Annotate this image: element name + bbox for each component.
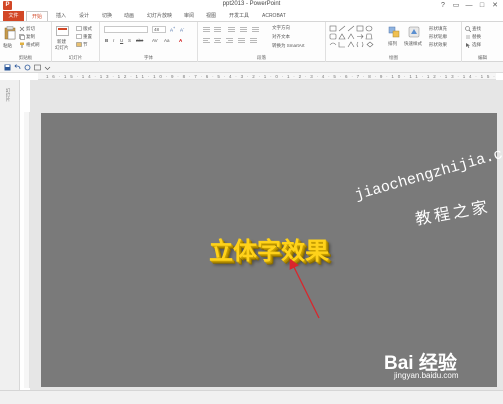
red-arrow-annotation: [289, 258, 320, 319]
editing-group: 查找 替换 选择 编辑: [462, 22, 503, 62]
replace-icon: [466, 35, 470, 39]
tab-acrobat[interactable]: ACROBAT: [262, 11, 286, 21]
ribbon: 粘贴 剪切 复制 格式刷 剪贴板 新建 幻灯片 版式 重置 节 幻灯片 48 A…: [0, 21, 503, 62]
char-spacing-button[interactable]: AV: [152, 38, 158, 43]
clipboard-group-label: 剪贴板: [18, 55, 33, 60]
minimize-button[interactable]: —: [464, 1, 474, 10]
copy-button[interactable]: 复制: [26, 34, 35, 40]
shrink-font-icon[interactable]: A-: [180, 26, 184, 33]
quick-access-toolbar: [0, 62, 503, 73]
convert-smartart-button[interactable]: 转换为 SmartArt: [272, 43, 305, 49]
scissors-icon: [19, 26, 25, 32]
font-name-input[interactable]: [104, 26, 148, 33]
cut-button[interactable]: 剪切: [26, 26, 35, 32]
redo-icon[interactable]: [24, 64, 31, 71]
customize-toolbar-icon[interactable]: [44, 64, 51, 71]
font-group: 48 A+ A- B I U S abc AV Aa A 字体: [100, 22, 198, 62]
layout-icon: [76, 26, 82, 31]
tab-insert[interactable]: 插入: [56, 11, 66, 21]
help-icon[interactable]: ?: [438, 1, 448, 10]
undo-icon[interactable]: [14, 64, 21, 71]
align-text-button[interactable]: 对齐文本: [272, 34, 290, 40]
new-slide-button-line2[interactable]: 幻灯片: [55, 45, 69, 51]
slide-thumbnail-panel[interactable]: 幻灯片: [0, 80, 20, 390]
slides-group-label: 幻灯片: [68, 55, 83, 60]
shadow-button[interactable]: S: [128, 38, 131, 43]
horizontal-ruler: 16·15·14·13·12·11·10·9·8·7·6·5·4·3·2·1·0…: [38, 73, 496, 80]
select-button[interactable]: 选择: [472, 42, 481, 48]
vertical-ruler: [24, 112, 30, 388]
paste-button[interactable]: 粘贴: [3, 43, 12, 49]
tab-slideshow[interactable]: 幻灯片放映: [147, 11, 172, 21]
slides-group: 新建 幻灯片 版式 重置 节 幻灯片: [52, 22, 100, 62]
replace-button[interactable]: 替换: [472, 34, 481, 40]
ruler-tick-labels: 16·15·14·13·12·11·10·9·8·7·6·5·4·3·2·1·0…: [46, 74, 496, 79]
shape-fill-button[interactable]: 形状填充: [429, 26, 447, 32]
find-button[interactable]: 查找: [472, 26, 481, 32]
ribbon-display-icon[interactable]: ▭: [451, 1, 461, 10]
section-button[interactable]: 节: [83, 42, 88, 48]
underline-button[interactable]: U: [120, 38, 123, 43]
grow-font-icon[interactable]: A+: [170, 26, 175, 33]
editing-group-label: 编辑: [478, 55, 487, 60]
start-slideshow-icon[interactable]: [34, 64, 41, 71]
change-case-button[interactable]: Aa: [164, 38, 170, 43]
font-size-input[interactable]: 48: [152, 26, 166, 33]
text-direction-button[interactable]: 文字方向: [272, 25, 290, 31]
reset-icon: [76, 34, 82, 39]
tab-view[interactable]: 视图: [206, 11, 216, 21]
align-buttons-icon[interactable]: [202, 37, 262, 44]
shape-effects-button[interactable]: 形状效果: [429, 42, 447, 48]
list-buttons-icon[interactable]: [202, 26, 262, 33]
status-bar: [0, 390, 503, 404]
maximize-button[interactable]: □: [477, 1, 487, 10]
format-painter-button[interactable]: 格式刷: [26, 42, 40, 48]
tab-review[interactable]: 审阅: [184, 11, 194, 21]
tab-file[interactable]: 文件: [3, 11, 24, 21]
paste-icon[interactable]: [4, 26, 16, 40]
select-icon: [466, 43, 470, 48]
drawing-group: 排列 快速样式 形状填充 形状轮廓 形状效果 绘图: [326, 22, 462, 62]
baidu-jingyan-url: jingyan.baidu.com: [394, 371, 459, 380]
italic-button[interactable]: I: [113, 38, 114, 43]
ribbon-tabs: 文件 开始 插入 设计 切换 动画 幻灯片放映 审阅 视图 开发工具 ACROB…: [0, 11, 503, 21]
strikethrough-button[interactable]: abc: [136, 38, 143, 43]
drawing-group-label: 绘图: [389, 55, 398, 60]
font-group-label: 字体: [144, 55, 153, 60]
close-button[interactable]: ✕: [490, 1, 500, 10]
window-title: ppt2013 - PowerPoint: [222, 1, 281, 7]
bold-button[interactable]: B: [105, 38, 108, 43]
reset-button[interactable]: 重置: [83, 34, 92, 40]
slide-panel-label: 幻灯片: [6, 88, 11, 102]
format-painter-icon: [20, 42, 24, 48]
slide-canvas[interactable]: 立体字效果 jiaochengzhijia.com 教程之家 Bai 经验 ji…: [41, 113, 503, 387]
layout-button[interactable]: 版式: [83, 26, 92, 32]
tab-design[interactable]: 设计: [79, 11, 89, 21]
section-icon: [76, 42, 82, 47]
paragraph-group-label: 段落: [257, 55, 266, 60]
arrange-icon[interactable]: [388, 26, 400, 38]
title-bar: P ppt2013 - PowerPoint ? ▭ — □ ✕: [0, 0, 503, 11]
new-slide-icon[interactable]: [56, 26, 69, 37]
tab-home[interactable]: 开始: [26, 11, 48, 21]
arrange-button[interactable]: 排列: [388, 41, 397, 47]
shapes-gallery-icon[interactable]: [329, 25, 377, 49]
tab-animations[interactable]: 动画: [124, 11, 134, 21]
tab-transitions[interactable]: 切换: [102, 11, 112, 21]
shape-outline-button[interactable]: 形状轮廓: [429, 34, 447, 40]
paragraph-group: 文字方向 对齐文本 转换为 SmartArt 段落: [198, 22, 326, 62]
save-icon[interactable]: [4, 64, 11, 71]
quick-styles-button[interactable]: 快速样式: [404, 41, 422, 47]
tab-developer[interactable]: 开发工具: [229, 11, 249, 21]
quick-styles-icon[interactable]: [408, 26, 420, 38]
find-icon: [465, 26, 471, 32]
font-color-button[interactable]: A: [179, 38, 182, 43]
copy-icon: [19, 34, 25, 40]
clipboard-group: 粘贴 剪切 复制 格式刷 剪贴板: [0, 22, 52, 62]
